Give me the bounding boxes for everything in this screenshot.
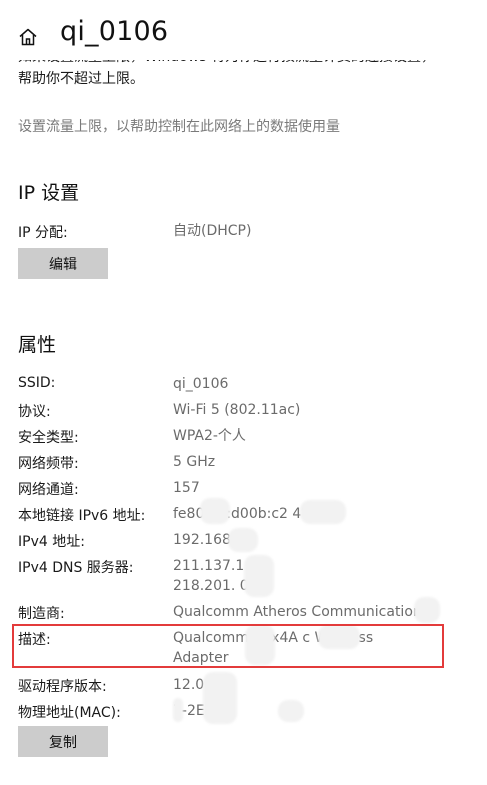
copy-button[interactable]: 复制: [18, 726, 108, 757]
ssid-value: qi_0106: [173, 376, 229, 392]
ipv4-address-label: IPv4 地址:: [18, 534, 85, 550]
manufacturer-value: Qualcomm Atheros Communications: [173, 604, 430, 620]
properties-title: 属性: [18, 334, 57, 356]
protocol-value: Wi-Fi 5 (802.11ac): [173, 402, 301, 418]
manufacturer-label: 制造商:: [18, 606, 65, 622]
ssid-label: SSID:: [18, 375, 56, 391]
network-band-label: 网络频带:: [18, 456, 79, 472]
privacy-blur: [228, 528, 258, 552]
ipv4-dns-value-2: 218.201. 0: [173, 578, 249, 594]
network-channel-label: 网络通道:: [18, 482, 79, 498]
network-band-value: 5 GHz: [173, 454, 216, 470]
ipv4-dns-label: IPv4 DNS 服务器:: [18, 560, 134, 576]
driver-version-label: 驱动程序版本:: [18, 679, 107, 695]
ip-assignment-value: 自动(DHCP): [173, 223, 252, 239]
edit-button[interactable]: 编辑: [18, 248, 108, 279]
privacy-blur: [200, 498, 230, 524]
privacy-blur: [414, 597, 440, 623]
privacy-blur: [300, 500, 346, 524]
data-limit-hint: 设置流量上限，以帮助控制在此网络上的数据使用量: [18, 119, 340, 135]
page-title: qi_0106: [60, 16, 169, 47]
description-highlight-box: [12, 624, 444, 668]
metered-intro-line2: 帮助你不超过上限。: [18, 71, 144, 87]
ipv6-address-label: 本地链接 IPv6 地址:: [18, 508, 146, 524]
security-type-label: 安全类型:: [18, 430, 79, 446]
home-button[interactable]: [12, 22, 44, 52]
mac-address-label: 物理地址(MAC):: [18, 705, 121, 721]
privacy-blur: [278, 700, 304, 722]
network-channel-value: 157: [173, 480, 200, 496]
protocol-label: 协议:: [18, 404, 51, 420]
header: qi_0106: [0, 0, 487, 60]
privacy-blur: [244, 555, 274, 597]
ip-assignment-label: IP 分配:: [18, 225, 68, 241]
home-icon: [19, 28, 37, 46]
privacy-blur: [173, 698, 183, 722]
privacy-blur: [203, 672, 237, 724]
security-type-value: WPA2-个人: [173, 428, 246, 444]
wifi-properties-page: 如果设置流量上限，Windows 将为你进行按流量计费的连接设置， 帮助你不超过…: [0, 0, 487, 785]
ip-settings-title: IP 设置: [18, 182, 80, 204]
